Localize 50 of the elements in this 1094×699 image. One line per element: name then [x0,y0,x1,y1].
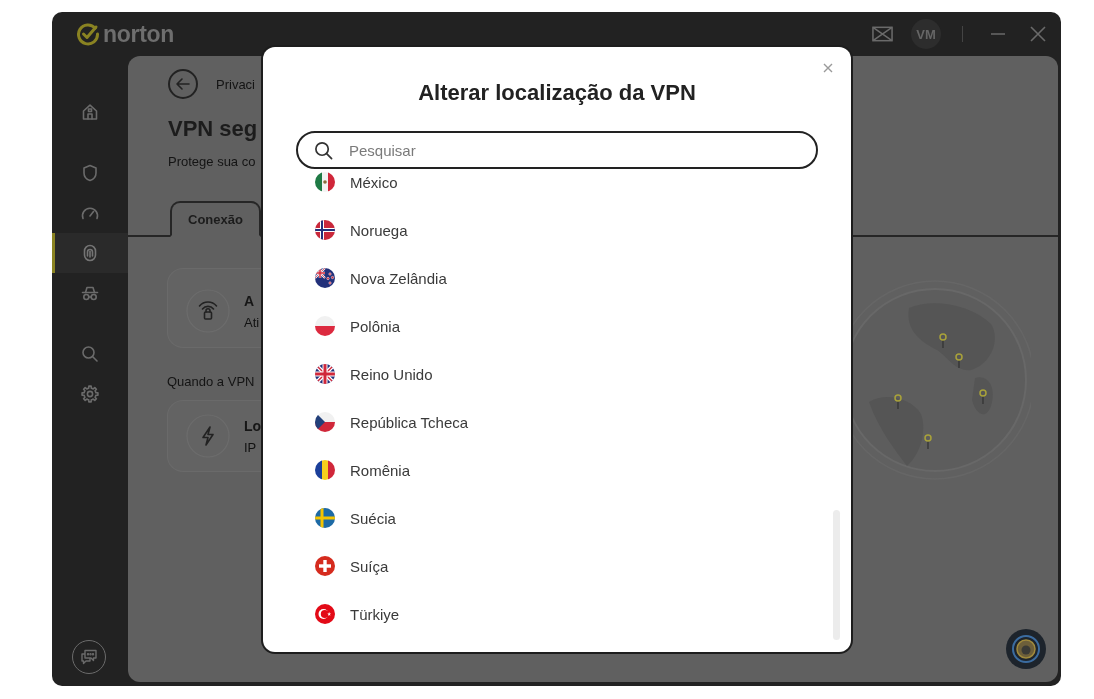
search-field[interactable]: Pesquisar [296,131,818,169]
flag-icon [315,220,335,240]
flag-icon [315,316,335,336]
check-circle-icon [76,22,100,46]
country-option[interactable]: Romênia [315,458,411,482]
country-option[interactable]: Polônia [315,314,401,338]
settings-icon [80,384,100,404]
country-option[interactable]: Reino Unido [315,362,433,386]
country-option[interactable]: México [315,170,398,194]
flag-icon [315,268,335,288]
country-option[interactable]: Türkiye [315,602,400,626]
lightning-icon [186,414,230,458]
mail-icon [871,26,893,42]
flag-icon [315,364,335,384]
country-option[interactable]: Noruega [315,218,408,242]
country-option[interactable]: Suécia [315,506,396,530]
minimize-icon [991,33,1005,35]
country-option[interactable]: República Tcheca [315,410,469,434]
dialog-title: Alterar localização da VPN [417,79,697,107]
card-subtitle: IP [244,440,257,456]
card-title: Lo [244,417,262,436]
home-icon [80,102,100,122]
section-label: Quando a VPN [167,374,255,390]
flag-icon [315,460,335,480]
logo-text: norton [103,20,174,48]
close-button[interactable] [823,63,833,73]
shield-icon [80,163,100,183]
close-icon [823,63,833,73]
card-subtitle: Ati [244,315,260,331]
close-icon [1030,26,1046,42]
country-option[interactable]: Suíça [315,554,389,578]
page-title: VPN seg [168,116,258,142]
breadcrumb-text: Privaci [216,76,255,92]
card-title: A [244,292,255,311]
orb-icon [1012,635,1040,663]
country-option[interactable]: Nova Zelândia [315,266,447,290]
chat-icon [80,648,98,666]
wifi-lock-icon [186,289,230,333]
sidebar-item[interactable] [52,233,128,273]
flag-icon [315,556,335,576]
flag-icon [315,412,335,432]
back-button[interactable] [168,69,198,99]
search-icon [314,141,333,160]
arrow-left-icon [175,76,191,92]
search-icon [80,344,100,364]
flag-icon [315,172,335,192]
flag-icon [315,604,335,624]
flag-icon [315,508,335,528]
page-subtitle: Protege sua co [168,154,256,170]
assistant-button[interactable] [1006,629,1046,669]
